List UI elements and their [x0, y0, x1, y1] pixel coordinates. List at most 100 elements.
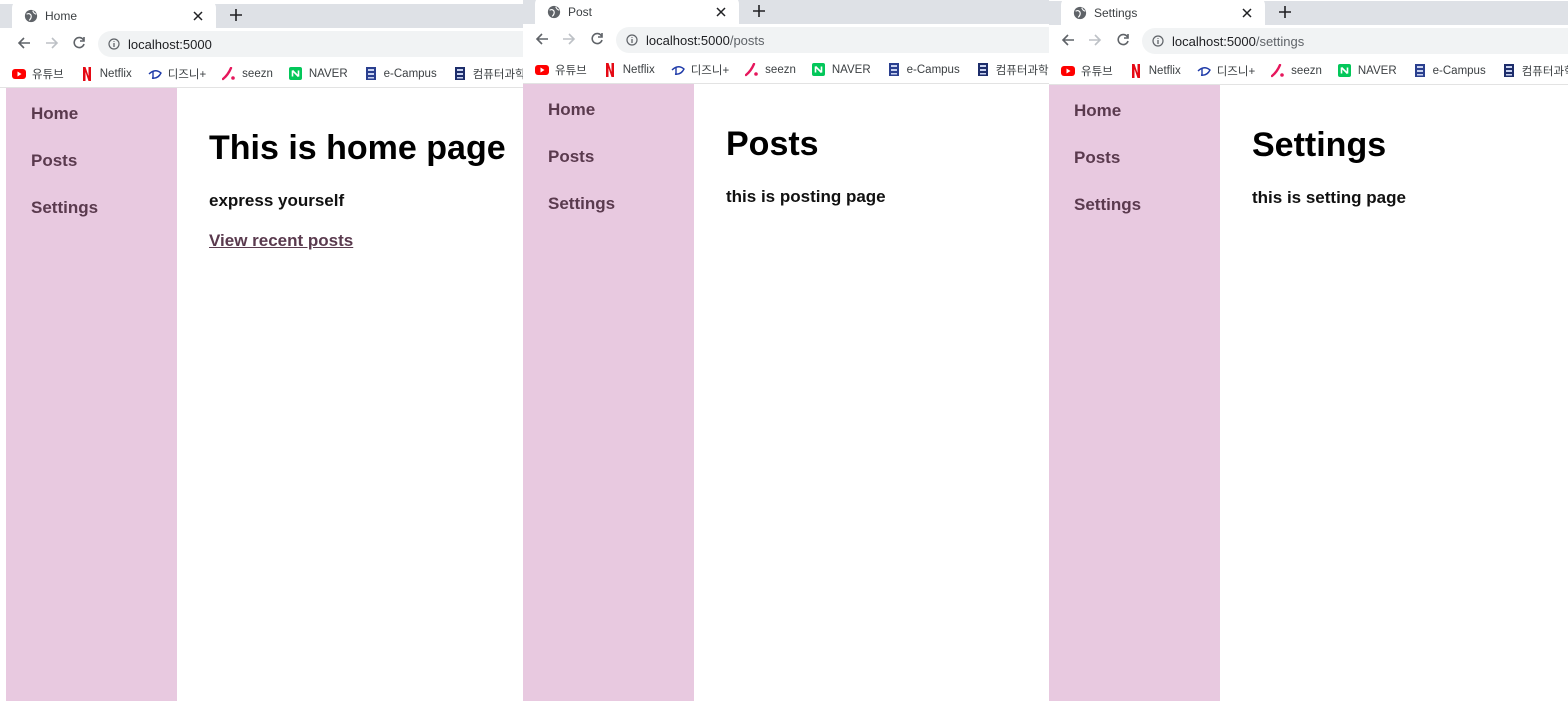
- new-tab-button[interactable]: [1273, 1, 1297, 23]
- info-icon[interactable]: [626, 34, 638, 46]
- address-bar[interactable]: localhost:5000: [98, 31, 523, 57]
- seezn-icon: [745, 62, 759, 77]
- new-tab-button[interactable]: [224, 4, 248, 26]
- address-bar[interactable]: localhost:5000/settings: [1142, 28, 1568, 54]
- page-subtitle: this is posting page: [726, 187, 886, 206]
- bookmark-label: 디즈니+: [690, 64, 730, 77]
- back-arrow-icon[interactable]: [533, 30, 551, 48]
- page-content: Home Posts Settings Settings this is set…: [1049, 85, 1568, 701]
- browser-toolbar: localhost:5000: [0, 28, 523, 58]
- bookmark-label: 디즈니+: [1216, 65, 1256, 78]
- sidebar-item-settings[interactable]: Settings: [31, 196, 177, 219]
- bookmark-label: 유튜브: [32, 68, 64, 81]
- youtube-icon: [1061, 64, 1075, 78]
- address-bar[interactable]: localhost:5000/posts: [616, 27, 1049, 53]
- sidebar: Home Posts Settings: [523, 84, 694, 701]
- close-icon[interactable]: [713, 4, 729, 20]
- reload-icon[interactable]: [1114, 31, 1132, 49]
- tab-strip: Home: [0, 4, 523, 28]
- bookmark-youtube[interactable]: 유튜브: [535, 62, 587, 78]
- bookmark-label: e-Campus: [383, 67, 437, 80]
- bookmark-ecampus[interactable]: e-Campus: [1413, 64, 1486, 78]
- netflix-icon: [80, 66, 94, 81]
- page-title: Settings: [1252, 126, 1387, 164]
- disney-plus-icon: [671, 63, 685, 77]
- close-icon[interactable]: [190, 8, 206, 24]
- bookmark-naver[interactable]: NAVER: [1338, 64, 1397, 78]
- close-icon[interactable]: [1239, 5, 1255, 21]
- naver-icon: [1338, 64, 1352, 78]
- reload-icon[interactable]: [588, 30, 606, 48]
- main-content: Settings this is setting page: [1220, 85, 1568, 701]
- bookmark-disney[interactable]: 디즈니+: [671, 62, 729, 78]
- sidebar-item-settings[interactable]: Settings: [1074, 193, 1220, 216]
- bookmark-netflix[interactable]: Netflix: [603, 62, 655, 77]
- url-host: localhost:5000: [1172, 33, 1256, 49]
- bookmark-youtube[interactable]: 유튜브: [1061, 63, 1113, 79]
- bookmark-naver[interactable]: NAVER: [812, 63, 871, 77]
- sidebar-item-home[interactable]: Home: [1074, 99, 1220, 122]
- forward-arrow-icon[interactable]: [43, 34, 61, 52]
- back-arrow-icon[interactable]: [15, 34, 33, 52]
- bookmark-label: 컴퓨터과학과: [472, 68, 523, 81]
- tab-settings[interactable]: Settings: [1061, 1, 1265, 25]
- info-icon[interactable]: [1152, 35, 1164, 47]
- forward-arrow-icon[interactable]: [560, 30, 578, 48]
- bookmark-disney[interactable]: 디즈니+: [148, 66, 206, 82]
- bookmark-label: seezn: [242, 67, 273, 80]
- tab-home[interactable]: Home: [12, 4, 216, 28]
- bookmark-youtube[interactable]: 유튜브: [12, 66, 64, 82]
- bookmarks-bar: 유튜브 Netflix 디즈니+ seezn NAVER e-Campus 컴퓨…: [1049, 57, 1568, 85]
- bookmark-seezn[interactable]: seezn: [745, 62, 796, 77]
- tab-strip: Post: [523, 0, 1049, 24]
- bookmark-ecampus[interactable]: e-Campus: [887, 63, 960, 77]
- disney-plus-icon: [1197, 64, 1211, 78]
- tab-title: Post: [568, 5, 593, 19]
- sidebar: Home Posts Settings: [6, 88, 177, 701]
- bookmark-disney[interactable]: 디즈니+: [1197, 63, 1255, 79]
- sidebar-item-home[interactable]: Home: [31, 102, 177, 125]
- browser-toolbar: localhost:5000/settings: [1049, 25, 1568, 55]
- sidebar-item-posts[interactable]: Posts: [548, 145, 694, 168]
- page-title: Posts: [726, 125, 819, 163]
- url-host: localhost:5000: [128, 36, 212, 52]
- globe-icon: [1073, 6, 1087, 20]
- browser-window-home: Home localhost:5000 유튜브 Netflix 디즈니+ see…: [0, 4, 523, 701]
- netflix-icon: [1129, 63, 1143, 78]
- info-icon[interactable]: [108, 38, 120, 50]
- url-host: localhost:5000: [646, 32, 730, 48]
- bookmark-label: NAVER: [308, 67, 348, 80]
- bookmark-label: 디즈니+: [167, 68, 207, 81]
- tab-title: Home: [45, 9, 78, 23]
- bookmark-label: NAVER: [1357, 64, 1397, 77]
- bookmark-seezn[interactable]: seezn: [1271, 63, 1322, 78]
- tab-post[interactable]: Post: [535, 0, 739, 24]
- university-icon: [453, 67, 467, 81]
- bookmark-naver[interactable]: NAVER: [289, 67, 348, 81]
- page-content: Home Posts Settings Posts this is postin…: [523, 84, 1049, 701]
- bookmark-university[interactable]: 컴퓨터과학과: [453, 66, 523, 82]
- url-path: /posts: [729, 32, 765, 48]
- bookmark-label: e-Campus: [906, 63, 960, 76]
- view-recent-posts-link[interactable]: View recent posts: [209, 230, 353, 252]
- seezn-icon: [1271, 63, 1285, 78]
- sidebar-item-settings[interactable]: Settings: [548, 192, 694, 215]
- bookmark-seezn[interactable]: seezn: [222, 66, 273, 81]
- url-path: /settings: [1255, 33, 1305, 49]
- bookmarks-bar: 유튜브 Netflix 디즈니+ seezn NAVER e-Campus 컴퓨…: [523, 56, 1049, 84]
- sidebar-item-posts[interactable]: Posts: [31, 149, 177, 172]
- back-arrow-icon[interactable]: [1059, 31, 1077, 49]
- forward-arrow-icon[interactable]: [1086, 31, 1104, 49]
- new-tab-button[interactable]: [747, 0, 771, 22]
- bookmark-netflix[interactable]: Netflix: [80, 66, 132, 81]
- sidebar-item-posts[interactable]: Posts: [1074, 146, 1220, 169]
- bookmark-university[interactable]: 컴퓨터과학과: [1502, 63, 1568, 79]
- sidebar-item-home[interactable]: Home: [548, 98, 694, 121]
- bookmark-netflix[interactable]: Netflix: [1129, 63, 1181, 78]
- bookmark-label: Netflix: [99, 67, 132, 80]
- bookmark-ecampus[interactable]: e-Campus: [364, 67, 437, 81]
- reload-icon[interactable]: [70, 34, 88, 52]
- bookmark-university[interactable]: 컴퓨터과학과: [976, 62, 1049, 78]
- main-content: Posts this is posting page: [694, 84, 1049, 701]
- bookmark-label: Netflix: [622, 63, 655, 76]
